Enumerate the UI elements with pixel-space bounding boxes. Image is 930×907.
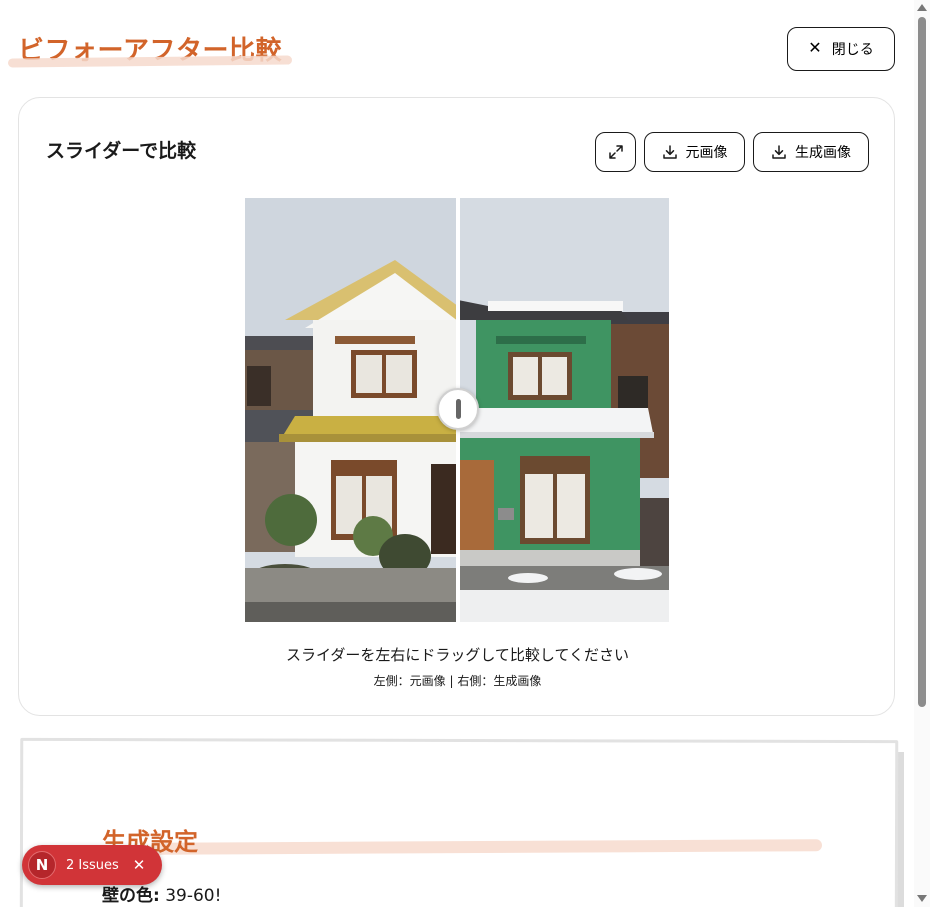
download-generated-label: 生成画像 (795, 144, 851, 160)
issues-label: 2 Issues (66, 857, 119, 873)
close-icon: ✕ (808, 40, 822, 57)
slider-handle[interactable] (437, 388, 479, 430)
close-icon[interactable]: ✕ (133, 856, 146, 874)
compare-card-title: スライダーで比較 (46, 140, 197, 162)
slider-grip-icon (456, 399, 461, 419)
generated-image (458, 198, 669, 622)
download-icon (772, 145, 786, 159)
compare-card: スライダーで比較 元画像 生成画像 スライダーを左右にドラッグして比較してくださ… (18, 97, 895, 716)
slider-legend: 左側：元画像 | 右側：生成画像 (373, 674, 542, 688)
issues-badge[interactable]: N 2 Issues ✕ (22, 845, 162, 885)
scroll-up-icon[interactable] (917, 4, 927, 11)
wall-color-value: 39-60! (165, 886, 222, 906)
scrollbar-thumb[interactable] (918, 17, 926, 707)
scrollbar[interactable] (914, 0, 930, 907)
issues-logo: N (28, 851, 56, 879)
download-icon (662, 145, 677, 159)
wall-color-label: 壁の色: (102, 886, 160, 906)
download-original-button[interactable]: 元画像 (644, 132, 745, 172)
close-button[interactable]: ✕ 閉じる (787, 27, 895, 71)
before-after-slider[interactable] (245, 198, 669, 622)
scroll-down-icon[interactable] (917, 895, 927, 902)
download-original-label: 元画像 (685, 144, 728, 160)
slider-hint: スライダーを左右にドラッグして比較してください (285, 646, 630, 664)
download-generated-button[interactable]: 生成画像 (753, 132, 869, 172)
original-image (245, 198, 458, 622)
fullscreen-button[interactable] (595, 132, 636, 172)
expand-icon (608, 145, 623, 159)
close-button-label: 閉じる (831, 41, 874, 57)
